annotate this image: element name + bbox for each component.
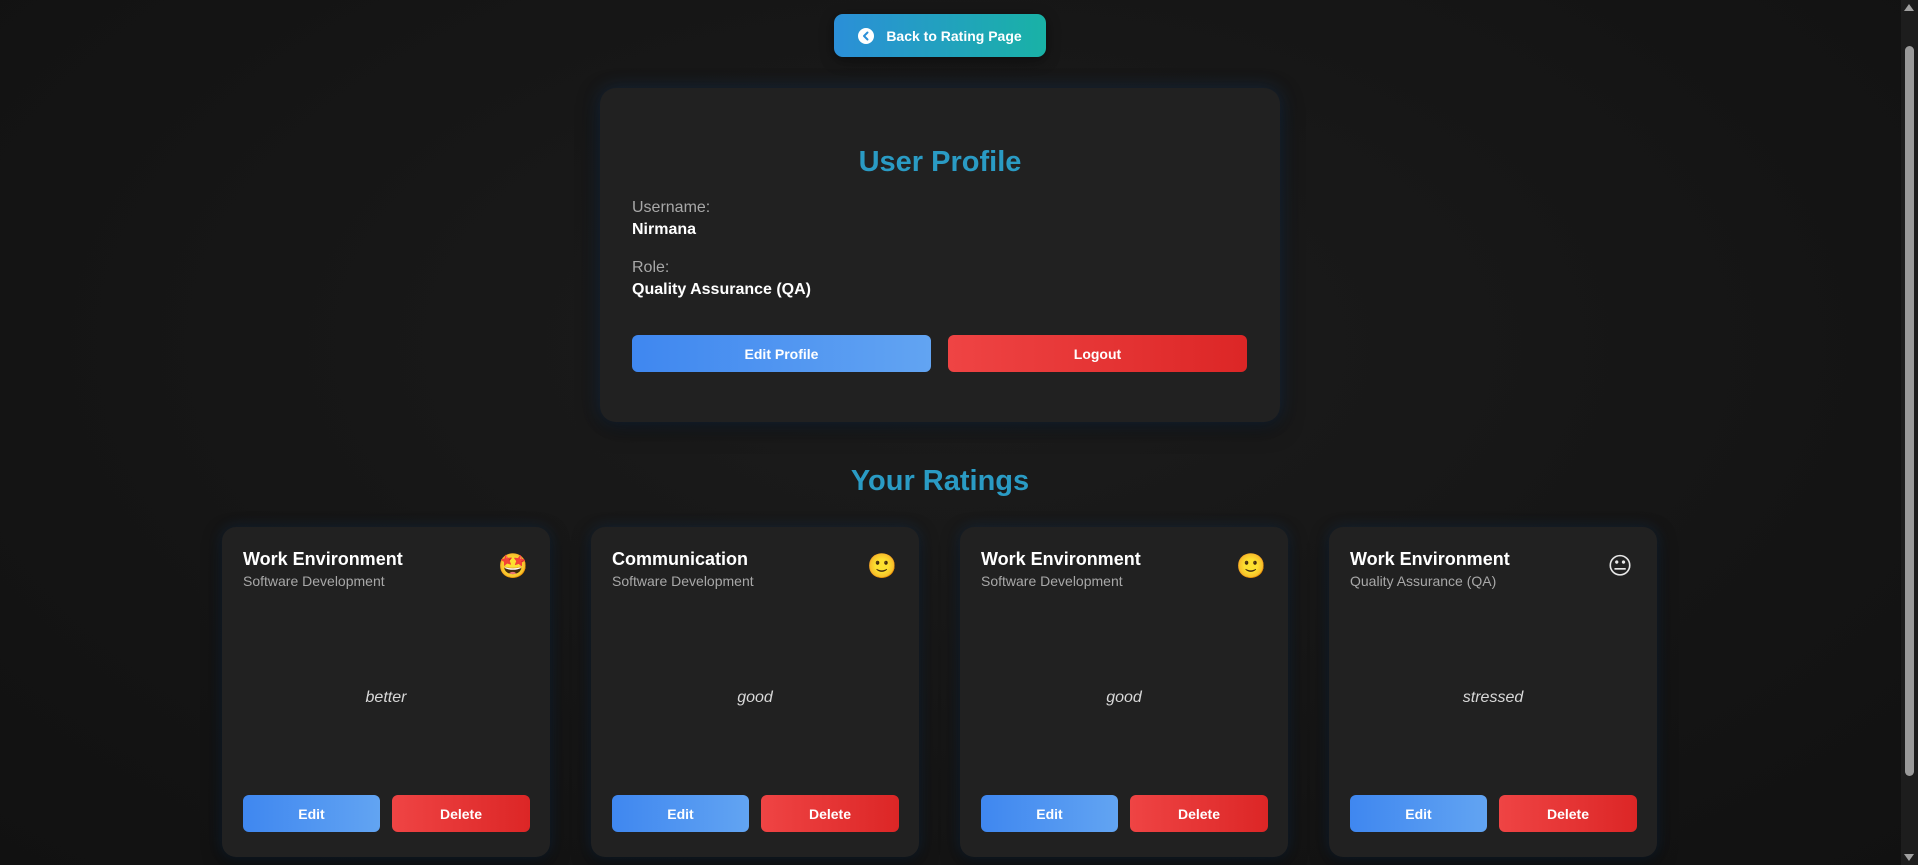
slightly-smiling-emoji-icon: 🙂: [1236, 553, 1266, 580]
role-label: Role:: [632, 259, 670, 276]
arrow-left-circle-icon: [858, 27, 875, 44]
page: Back to Rating Page User Profile Usernam…: [0, 0, 1901, 865]
neutral-face-emoji-icon: 😐: [1607, 553, 1633, 580]
delete-rating-button[interactable]: Delete: [392, 795, 530, 832]
delete-rating-button[interactable]: Delete: [761, 795, 899, 832]
back-button-label: Back to Rating Page: [886, 27, 1022, 44]
rating-card: Communication Software Development 🙂 goo…: [591, 527, 919, 857]
username-value: Nirmana: [632, 221, 697, 238]
vertical-scrollbar[interactable]: [1901, 0, 1918, 865]
rating-category: Communication: [612, 549, 749, 569]
role-value: Quality Assurance (QA): [632, 281, 812, 298]
rating-department: Software Development: [243, 573, 385, 589]
rating-department: Software Development: [981, 573, 1123, 589]
rating-comment: good: [737, 689, 773, 706]
rating-comment: good: [1106, 689, 1142, 706]
rating-comment: stressed: [1462, 689, 1524, 706]
profile-card: User Profile Username: Nirmana Role: Qua…: [600, 88, 1280, 422]
edit-rating-button[interactable]: Edit: [1350, 795, 1487, 832]
scroll-up-arrow-icon[interactable]: [1904, 4, 1914, 11]
slightly-smiling-emoji-icon: 🙂: [867, 553, 897, 580]
rating-card: Work Environment Quality Assurance (QA) …: [1329, 527, 1657, 857]
rating-card: Work Environment Software Development 🤩 …: [222, 527, 550, 857]
edit-profile-button[interactable]: Edit Profile: [632, 335, 931, 372]
star-struck-emoji-icon: 🤩: [498, 553, 528, 580]
rating-category: Work Environment: [1350, 549, 1510, 569]
back-to-rating-button[interactable]: Back to Rating Page: [834, 14, 1046, 57]
rating-department: Software Development: [612, 573, 754, 589]
rating-department: Quality Assurance (QA): [1350, 573, 1497, 589]
scroll-down-arrow-icon[interactable]: [1904, 854, 1914, 861]
delete-rating-button[interactable]: Delete: [1499, 795, 1637, 832]
edit-rating-button[interactable]: Edit: [981, 795, 1118, 832]
logout-button[interactable]: Logout: [948, 335, 1247, 372]
delete-rating-button[interactable]: Delete: [1130, 795, 1268, 832]
rating-comment: better: [365, 689, 407, 706]
rating-category: Work Environment: [981, 549, 1141, 569]
profile-title: User Profile: [858, 146, 1022, 178]
ratings-title: Your Ratings: [850, 465, 1030, 497]
rating-category: Work Environment: [243, 549, 403, 569]
edit-rating-button[interactable]: Edit: [612, 795, 749, 832]
rating-card: Work Environment Software Development 🙂 …: [960, 527, 1288, 857]
edit-rating-button[interactable]: Edit: [243, 795, 380, 832]
scrollbar-thumb[interactable]: [1905, 46, 1914, 776]
username-label: Username:: [632, 199, 711, 216]
